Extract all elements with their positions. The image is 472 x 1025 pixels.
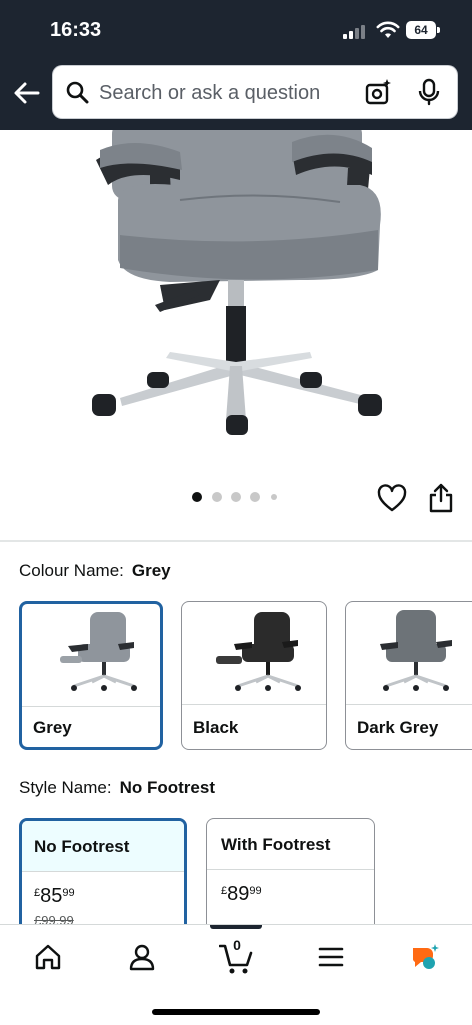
cart-count: 0 bbox=[233, 937, 241, 953]
card-separator bbox=[22, 871, 184, 872]
battery-indicator: 64 bbox=[406, 21, 436, 39]
style-name-value: No Footrest bbox=[119, 778, 215, 797]
rufus-icon[interactable] bbox=[409, 942, 439, 972]
share-icon[interactable] bbox=[428, 483, 454, 513]
microphone-icon[interactable] bbox=[417, 78, 441, 106]
back-arrow-icon[interactable] bbox=[12, 78, 42, 108]
colour-option-dark-grey[interactable]: Dark Grey bbox=[345, 601, 472, 750]
card-separator bbox=[207, 869, 374, 870]
style-option-price: £8599 bbox=[34, 885, 75, 908]
card-separator bbox=[182, 704, 326, 705]
image-carousel-dots[interactable] bbox=[190, 492, 290, 504]
dark-grey-chair-thumbnail bbox=[380, 610, 452, 691]
search-icon bbox=[66, 81, 89, 104]
colour-name-value: Grey bbox=[131, 561, 171, 580]
carousel-dot[interactable] bbox=[271, 494, 277, 500]
card-separator bbox=[22, 706, 160, 707]
status-bar: 16:33 64 bbox=[0, 0, 472, 62]
header: 16:33 64 Search or ask a question bbox=[0, 0, 472, 130]
colour-name-row: Colour Name: Grey bbox=[19, 561, 171, 581]
account-icon[interactable] bbox=[127, 942, 157, 972]
colour-option-label: Black bbox=[193, 718, 239, 737]
colour-option-label: Grey bbox=[33, 718, 72, 737]
style-option-label: No Footrest bbox=[34, 837, 130, 856]
price-fraction: 99 bbox=[62, 887, 75, 899]
style-name-row: Style Name: No Footrest bbox=[19, 778, 215, 798]
active-tab-indicator bbox=[210, 925, 262, 929]
section-divider bbox=[0, 540, 472, 542]
office-chair-image bbox=[92, 130, 382, 435]
signal-icon bbox=[343, 23, 369, 39]
colour-option-grey[interactable]: Grey bbox=[19, 601, 163, 750]
price-currency: £ bbox=[34, 887, 41, 899]
colour-name-label: Colour Name: bbox=[19, 561, 124, 580]
carousel-dot[interactable] bbox=[231, 492, 241, 502]
bottom-navigation: 0 bbox=[0, 924, 472, 1025]
search-input[interactable]: Search or ask a question bbox=[99, 82, 320, 105]
card-separator bbox=[346, 704, 472, 705]
price-fraction: 99 bbox=[249, 885, 262, 897]
grey-chair-thumbnail bbox=[60, 612, 137, 691]
status-time: 16:33 bbox=[50, 19, 102, 41]
heart-icon[interactable] bbox=[377, 484, 407, 514]
battery-tip bbox=[437, 27, 440, 33]
wifi-icon bbox=[376, 21, 400, 38]
colour-option-black[interactable]: Black bbox=[181, 601, 327, 750]
home-icon[interactable] bbox=[33, 942, 63, 972]
carousel-dot[interactable] bbox=[250, 492, 260, 502]
price-whole: 89 bbox=[227, 883, 250, 905]
home-indicator bbox=[152, 1009, 320, 1015]
camera-search-icon[interactable] bbox=[365, 78, 393, 106]
style-name-label: Style Name: bbox=[19, 778, 112, 797]
colour-option-label: Dark Grey bbox=[357, 718, 439, 737]
price-currency: £ bbox=[221, 885, 228, 897]
search-bar[interactable]: Search or ask a question bbox=[53, 66, 457, 118]
style-option-label: With Footrest bbox=[221, 835, 331, 854]
carousel-dot[interactable] bbox=[212, 492, 222, 502]
black-chair-thumbnail bbox=[216, 612, 301, 691]
style-option-price: £8999 bbox=[221, 883, 262, 906]
product-image[interactable] bbox=[0, 130, 472, 540]
price-whole: 85 bbox=[40, 885, 63, 907]
menu-icon[interactable] bbox=[316, 942, 346, 972]
carousel-dot[interactable] bbox=[192, 492, 202, 502]
